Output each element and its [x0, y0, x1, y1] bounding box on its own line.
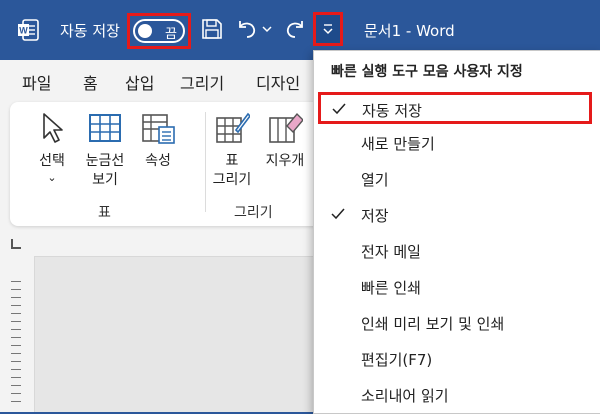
tab-home[interactable]: 홈 — [83, 70, 98, 94]
menu-item-label: 빠른 인쇄 — [361, 279, 421, 297]
gridlines-label-line2: 보기 — [92, 172, 118, 188]
autosave-label: 자동 저장 — [60, 21, 120, 40]
menu-item-open[interactable]: 열기 — [314, 161, 599, 197]
checkmark-icon — [331, 208, 345, 220]
toggle-knob — [138, 24, 152, 38]
menu-item-label: 소리내어 읽기 — [361, 387, 449, 405]
vertical-ruler — [0, 256, 35, 412]
draw-table-label-line1: 표 — [225, 153, 239, 169]
group-label-draw: 그리기 — [234, 205, 273, 221]
properties-button[interactable]: 속성 — [136, 110, 180, 171]
select-label: 선택 — [39, 153, 65, 169]
menu-item-email[interactable]: 전자 메일 — [314, 233, 599, 269]
view-gridlines-button[interactable]: 눈금선 보기 — [80, 110, 130, 190]
properties-label: 속성 — [145, 153, 171, 169]
autosave-toggle[interactable]: 끔 — [133, 19, 185, 43]
autosave-state: 끔 — [165, 27, 177, 42]
group-label-table: 표 — [98, 205, 111, 221]
menu-item-label: 자동 저장 — [362, 102, 422, 120]
eraser-label: 지우개 — [265, 153, 305, 169]
svg-text:W: W — [19, 26, 28, 36]
menu-item-read-aloud[interactable]: 소리내어 읽기 — [314, 377, 599, 413]
menu-item-label: 새로 만들기 — [361, 135, 435, 153]
menu-item-print-preview[interactable]: 인쇄 미리 보기 및 인쇄 — [314, 305, 599, 341]
word-app-icon[interactable]: W — [16, 18, 40, 42]
cursor-arrow-icon — [43, 113, 63, 143]
draw-table-icon — [216, 112, 250, 143]
menu-item-label: 편집기(F7) — [361, 351, 433, 369]
undo-dropdown-icon[interactable] — [260, 20, 274, 38]
menu-item-editor[interactable]: 편집기(F7) — [314, 341, 599, 377]
menu-item-label: 열기 — [361, 171, 389, 189]
undo-icon[interactable] — [234, 16, 260, 42]
menu-item-autosave[interactable]: 자동 저장 — [318, 92, 592, 124]
draw-table-button[interactable]: 표 그리기 — [210, 110, 254, 190]
autosave-toggle-highlight: 끔 — [127, 13, 191, 49]
select-button[interactable]: 선택 ⌄ — [32, 110, 72, 185]
menu-header: 빠른 실행 도구 모음 사용자 지정 — [331, 64, 523, 80]
tab-draw[interactable]: 그리기 — [180, 70, 224, 94]
chevron-down-icon — [323, 24, 333, 35]
eraser-icon — [269, 112, 303, 143]
checkmark-icon — [332, 103, 346, 115]
save-icon[interactable] — [199, 16, 225, 42]
eraser-button[interactable]: 지우개 — [260, 110, 310, 171]
tab-stop-icon[interactable] — [11, 239, 21, 249]
redo-icon[interactable] — [282, 16, 308, 42]
customize-qat-button[interactable] — [313, 12, 343, 46]
document-title: 문서1 - Word — [364, 21, 455, 40]
tab-design[interactable]: 디자인 — [256, 70, 300, 94]
menu-item-new[interactable]: 새로 만들기 — [314, 125, 599, 161]
tab-file[interactable]: 파일 — [22, 70, 51, 94]
draw-table-label-line2: 그리기 — [212, 172, 252, 188]
table-grid-icon — [89, 114, 121, 142]
chevron-down-icon: ⌄ — [47, 171, 57, 184]
menu-item-label: 전자 메일 — [361, 243, 421, 261]
gridlines-label-line1: 눈금선 — [85, 153, 125, 169]
group-divider — [205, 112, 206, 212]
menu-item-quick-print[interactable]: 빠른 인쇄 — [314, 269, 599, 305]
table-properties-icon — [142, 114, 175, 144]
customize-qat-menu: 빠른 실행 도구 모음 사용자 지정 자동 저장 새로 만들기 열기 저장 전자… — [313, 50, 600, 414]
menu-item-label: 저장 — [361, 207, 389, 225]
tab-insert[interactable]: 삽입 — [125, 70, 154, 94]
menu-item-label: 인쇄 미리 보기 및 인쇄 — [361, 315, 505, 333]
menu-item-save[interactable]: 저장 — [314, 197, 599, 233]
